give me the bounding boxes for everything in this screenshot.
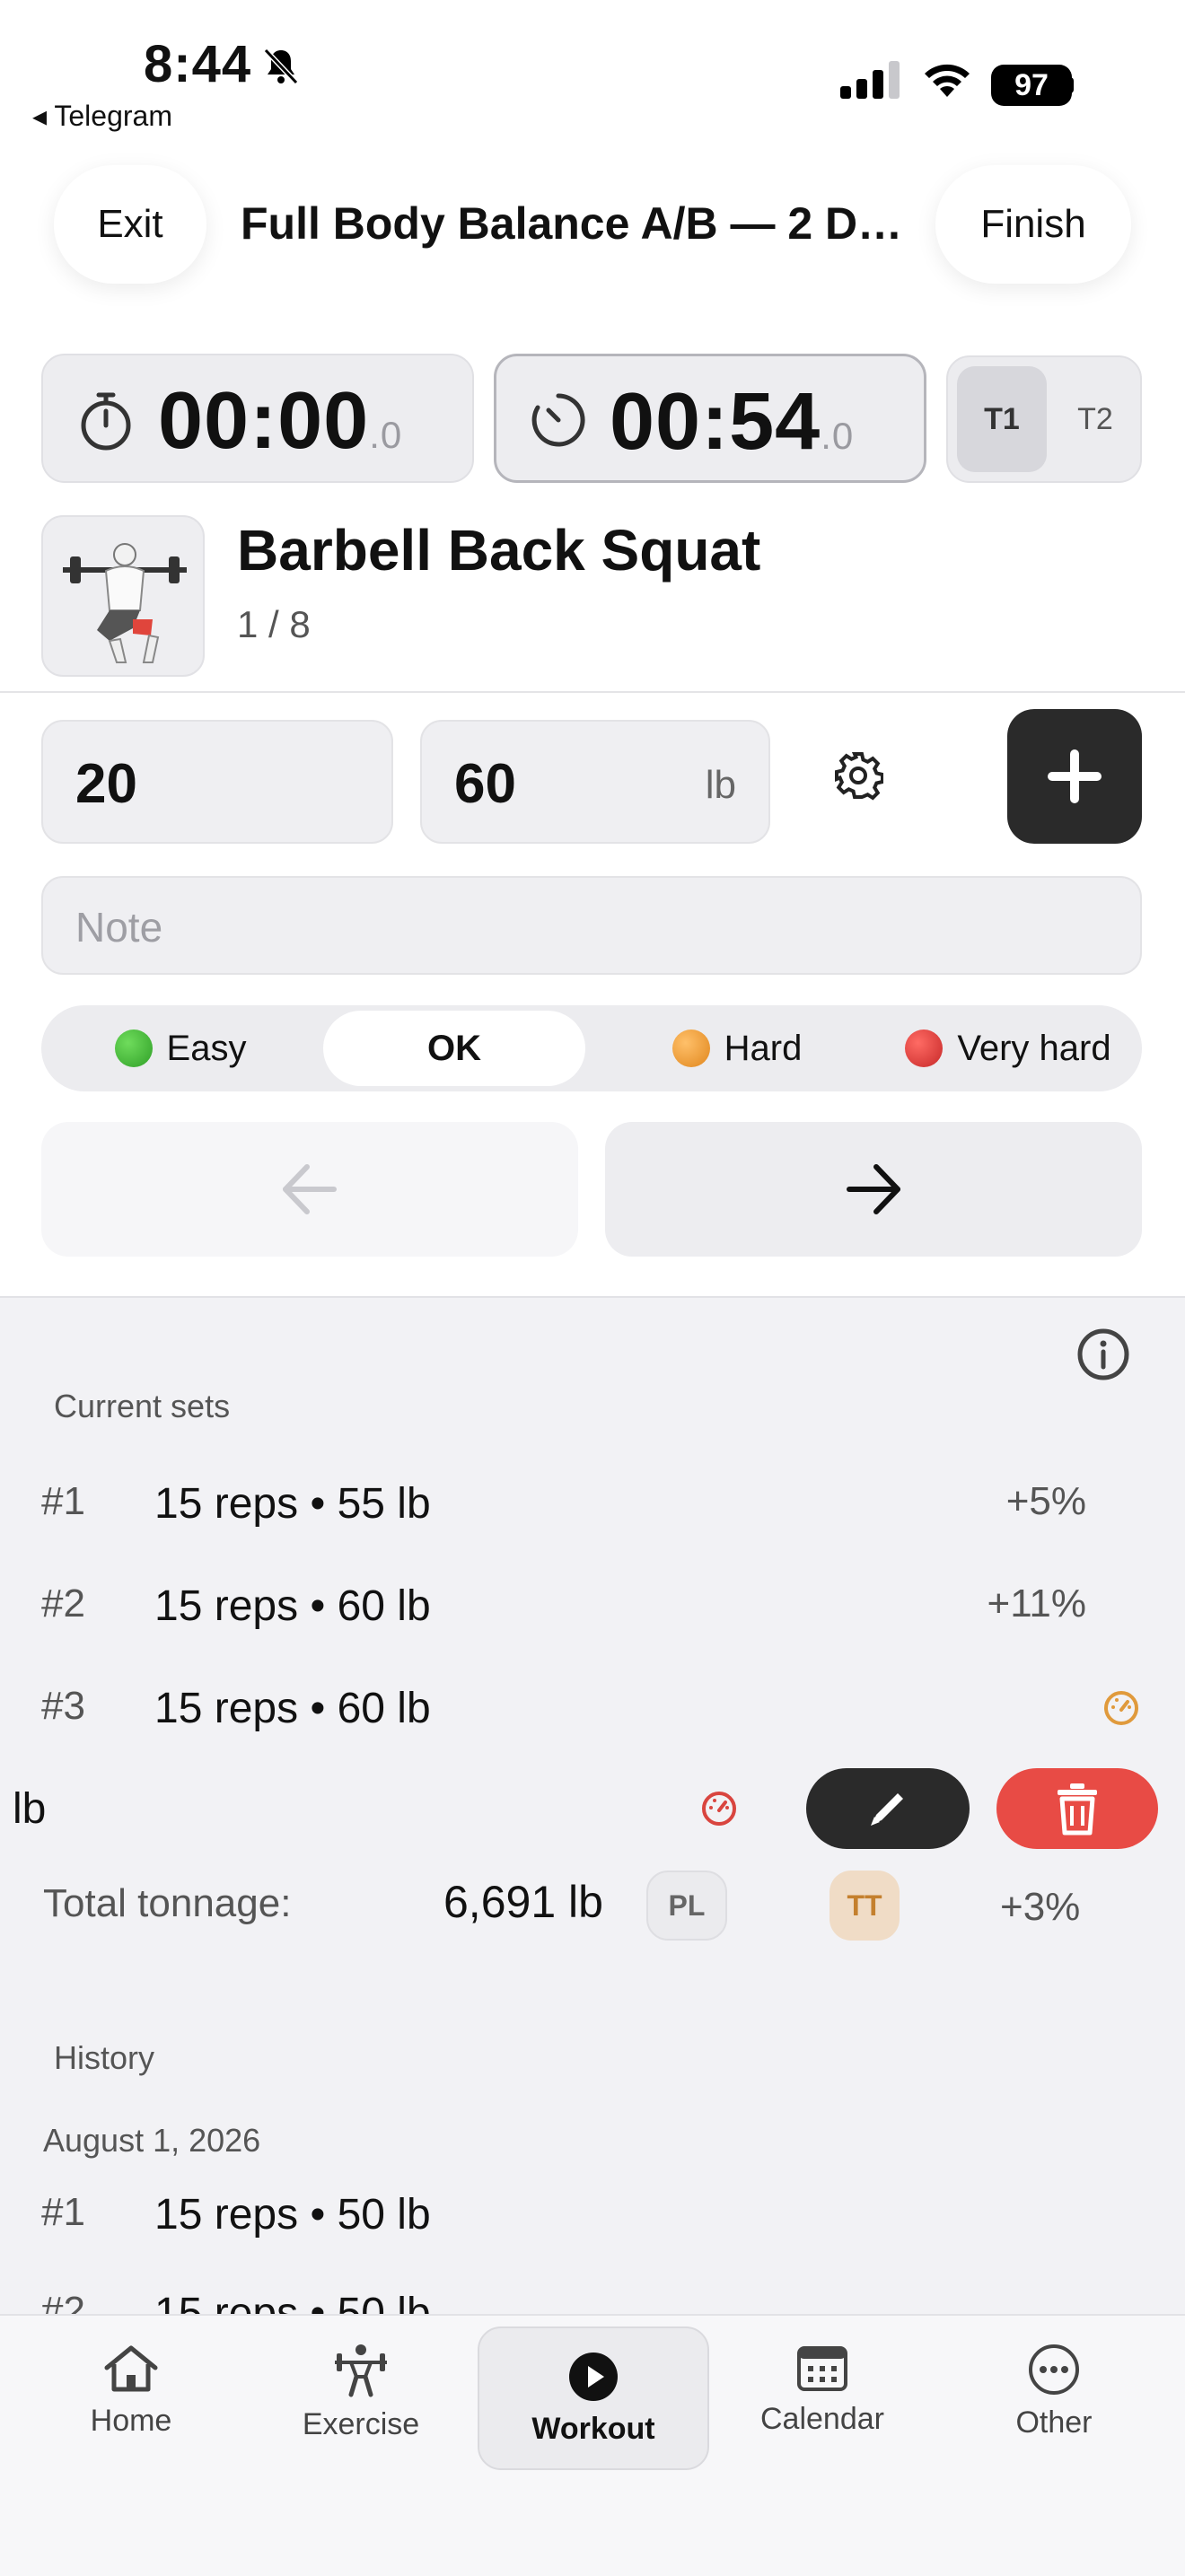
difficulty-hard[interactable]: Hard	[616, 1011, 858, 1086]
set-description: lb	[13, 1785, 47, 1833]
status-time: 8:44	[144, 35, 252, 93]
gear-icon[interactable]	[833, 750, 883, 801]
difficulty-hard-label: Hard	[724, 1028, 803, 1068]
delete-set-button[interactable]	[996, 1768, 1158, 1849]
set-description: 15 reps • 60 lb	[154, 1582, 431, 1630]
difficulty-easy[interactable]: Easy	[59, 1011, 302, 1086]
tab-workout[interactable]: Workout	[478, 2326, 709, 2470]
total-tonnage-value: 6,691 lb	[443, 1877, 603, 1927]
timer-switch-t1[interactable]: T1	[957, 366, 1047, 472]
weight-value: 60	[454, 753, 516, 815]
set-description: 15 reps • 60 lb	[154, 1685, 431, 1732]
weightlifter-icon	[335, 2344, 387, 2397]
difficulty-very-hard[interactable]: Very hard	[878, 1011, 1138, 1086]
back-to-telegram-link[interactable]: ◂ Telegram	[32, 99, 172, 133]
exercise-thumbnail[interactable]	[41, 515, 205, 677]
trash-icon	[1058, 1783, 1097, 1836]
more-icon	[1029, 2344, 1079, 2395]
set-row[interactable]: #3 15 reps • 60 lb	[0, 1684, 1185, 1756]
timer-switch-t2[interactable]: T2	[1056, 366, 1135, 472]
rest-timer-fraction: .0	[821, 415, 855, 457]
current-sets-title: Current sets	[54, 1388, 231, 1424]
weight-input[interactable]: 60 lb	[420, 720, 770, 844]
note-field[interactable]: Note	[41, 876, 1142, 975]
tab-other[interactable]: Other	[964, 2343, 1144, 2468]
arrow-right-icon	[847, 1164, 900, 1214]
total-tonnage-label: Total tonnage:	[43, 1881, 292, 1925]
tab-home-label: Home	[90, 2404, 172, 2438]
set-number: #1	[41, 1479, 85, 1523]
info-icon[interactable]	[1075, 1327, 1131, 1382]
history-title: History	[54, 2039, 155, 2076]
difficulty-ok-label: OK	[427, 1028, 481, 1068]
pl-badge[interactable]: PL	[646, 1871, 727, 1941]
tab-exercise[interactable]: Exercise	[271, 2343, 451, 2468]
calendar-icon	[797, 2346, 847, 2391]
tab-home[interactable]: Home	[41, 2343, 221, 2468]
history-date: August 1, 2026	[43, 2122, 261, 2159]
speedometer-icon	[1104, 1691, 1138, 1725]
set-number: #3	[41, 1684, 85, 1728]
wifi-icon	[925, 64, 970, 97]
countdown-timer-icon	[531, 393, 585, 447]
arrow-left-icon	[283, 1164, 337, 1214]
tab-exercise-label: Exercise	[302, 2407, 420, 2441]
difficulty-ok[interactable]: OK	[323, 1011, 585, 1086]
cellular-signal-icon	[840, 61, 900, 99]
set-row[interactable]: #1 15 reps • 55 lb +5%	[0, 1479, 1185, 1551]
difficulty-very-hard-label: Very hard	[957, 1028, 1111, 1068]
history-set-description: 15 reps • 50 lb	[154, 2191, 431, 2239]
set-change-percent: +5%	[1005, 1479, 1086, 1523]
history-set-number: #1	[41, 2190, 85, 2234]
difficulty-easy-label: Easy	[166, 1028, 247, 1068]
speedometer-icon	[702, 1792, 736, 1826]
section-divider	[0, 1296, 1185, 1298]
orange-dot-icon	[672, 1030, 710, 1067]
exercise-name: Barbell Back Squat	[237, 518, 761, 583]
stopwatch-timer[interactable]: 00:00.0	[41, 354, 474, 483]
exit-button[interactable]: Exit	[54, 165, 206, 284]
edit-set-button[interactable]	[806, 1768, 970, 1849]
play-icon	[569, 2352, 618, 2401]
total-change-percent: +3%	[1000, 1885, 1081, 1929]
set-description: 15 reps • 55 lb	[154, 1480, 431, 1528]
set-row[interactable]: #2 15 reps • 60 lb +11%	[0, 1582, 1185, 1653]
exercise-progress: 1 / 8	[237, 603, 311, 645]
timer-switch[interactable]: T1 T2	[946, 355, 1142, 483]
reps-value: 20	[75, 753, 137, 815]
stopwatch-fraction: .0	[369, 414, 403, 456]
tab-bar: Home Exercise Workout Calendar Other	[0, 2314, 1185, 2576]
rest-timer[interactable]: 00:54.0	[494, 354, 926, 483]
battery-tip	[1068, 77, 1074, 93]
tab-calendar-label: Calendar	[760, 2402, 884, 2436]
history-row: #1 15 reps • 50 lb	[0, 2190, 1185, 2262]
tab-calendar[interactable]: Calendar	[733, 2343, 912, 2468]
weight-unit: lb	[705, 763, 736, 807]
difficulty-selector: Easy OK Hard Very hard	[41, 1005, 1142, 1091]
tt-badge[interactable]: TT	[830, 1871, 900, 1941]
tab-other-label: Other	[1015, 2405, 1093, 2440]
red-dot-icon	[905, 1030, 944, 1067]
tab-workout-label: Workout	[531, 2411, 655, 2446]
bell-muted-icon	[263, 48, 299, 85]
green-dot-icon	[114, 1030, 153, 1067]
plus-icon	[1048, 749, 1102, 803]
divider	[0, 691, 1185, 693]
barbell-squat-illustration	[63, 543, 187, 663]
next-exercise-button[interactable]	[605, 1122, 1142, 1257]
previous-exercise-button[interactable]	[41, 1122, 578, 1257]
set-change-percent: +11%	[987, 1582, 1087, 1625]
finish-button[interactable]: Finish	[935, 165, 1131, 284]
add-set-button[interactable]	[1007, 709, 1142, 844]
home-icon	[104, 2345, 158, 2392]
stopwatch-value: 00:00	[158, 376, 370, 466]
set-number: #2	[41, 1582, 85, 1625]
workout-title: Full Body Balance A/B — 2 Da...	[241, 198, 905, 249]
battery-indicator: 97	[991, 65, 1072, 106]
reps-input[interactable]: 20	[41, 720, 393, 844]
rest-timer-value: 00:54	[610, 377, 821, 467]
stopwatch-icon	[81, 392, 131, 451]
pencil-icon	[871, 1793, 903, 1826]
